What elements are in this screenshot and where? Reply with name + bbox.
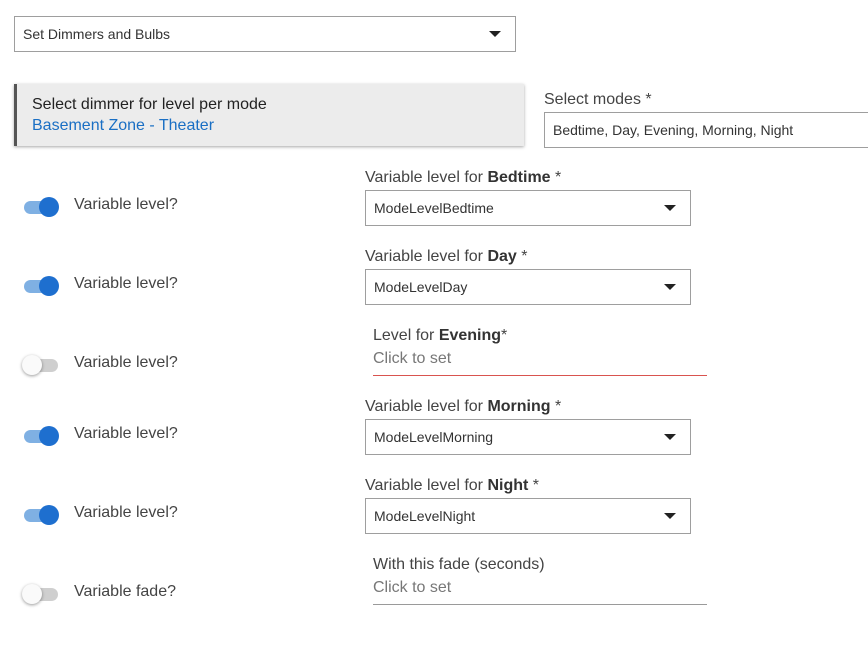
mode-name: Night <box>487 477 529 494</box>
fade-seconds-placeholder: Click to set <box>373 579 452 596</box>
toggle-knob <box>39 197 59 217</box>
dimmer-device-link[interactable]: Basement Zone - Theater <box>32 117 214 135</box>
fade-seconds-input[interactable]: Click to set <box>373 579 707 605</box>
variable-fade-toggle[interactable] <box>22 583 58 605</box>
fade-seconds-label: With this fade (seconds) <box>373 556 545 573</box>
morning-level-select[interactable]: ModeLevelMorning <box>365 419 691 455</box>
chevron-down-icon <box>664 205 676 211</box>
morning-level-value: ModeLevelMorning <box>374 429 494 445</box>
variable-level-label: Variable level? <box>74 504 178 521</box>
dimmer-selector-panel[interactable]: Select dimmer for level per mode Basemen… <box>14 84 524 146</box>
dimmer-panel-title: Select dimmer for level per mode <box>32 96 267 113</box>
modes-label: Select modes * <box>544 91 652 108</box>
day-level-value: ModeLevelDay <box>374 279 468 295</box>
night-level-select[interactable]: ModeLevelNight <box>365 498 691 534</box>
bedtime-level-value: ModeLevelBedtime <box>374 200 494 216</box>
variable-level-label: Variable level? <box>74 354 178 371</box>
bedtime-level-select[interactable]: ModeLevelBedtime <box>365 190 691 226</box>
chevron-down-icon <box>664 434 676 440</box>
modes-value: Bedtime, Day, Evening, Morning, Night <box>553 122 794 138</box>
variable-level-label: Variable level? <box>74 196 178 213</box>
day-level-label: Variable level for Day * <box>365 248 528 265</box>
variable-level-toggle-evening[interactable] <box>22 354 58 376</box>
variable-level-toggle-morning[interactable] <box>22 425 59 447</box>
night-level-label: Variable level for Night * <box>365 477 539 494</box>
evening-level-label: Level for Evening* <box>373 327 508 344</box>
chevron-down-icon <box>664 513 676 519</box>
mode-name: Evening <box>438 327 502 344</box>
evening-level-placeholder: Click to set <box>373 350 452 367</box>
toggle-knob <box>22 584 42 604</box>
modes-select[interactable]: Bedtime, Day, Evening, Morning, Night <box>544 112 868 148</box>
variable-level-label: Variable level? <box>74 275 178 292</box>
variable-fade-label: Variable fade? <box>74 583 176 600</box>
toggle-knob <box>22 355 42 375</box>
mode-name: Bedtime <box>487 169 551 186</box>
mode-name: Morning <box>487 398 551 415</box>
variable-level-toggle-bedtime[interactable] <box>22 196 59 218</box>
variable-level-toggle-day[interactable] <box>22 275 59 297</box>
variable-level-label: Variable level? <box>74 425 178 442</box>
chevron-down-icon <box>489 31 501 37</box>
morning-level-label: Variable level for Morning * <box>365 398 562 415</box>
night-level-value: ModeLevelNight <box>374 508 476 524</box>
variable-level-toggle-night[interactable] <box>22 504 59 526</box>
day-level-select[interactable]: ModeLevelDay <box>365 269 691 305</box>
app-select-dropdown[interactable]: Set Dimmers and Bulbs <box>14 16 516 52</box>
bedtime-level-label: Variable level for Bedtime * <box>365 169 562 186</box>
toggle-knob <box>39 505 59 525</box>
toggle-knob <box>39 276 59 296</box>
evening-level-input[interactable]: Click to set <box>373 350 707 376</box>
app-select-value: Set Dimmers and Bulbs <box>23 26 171 42</box>
mode-name: Day <box>487 248 517 265</box>
chevron-down-icon <box>664 284 676 290</box>
toggle-knob <box>39 426 59 446</box>
